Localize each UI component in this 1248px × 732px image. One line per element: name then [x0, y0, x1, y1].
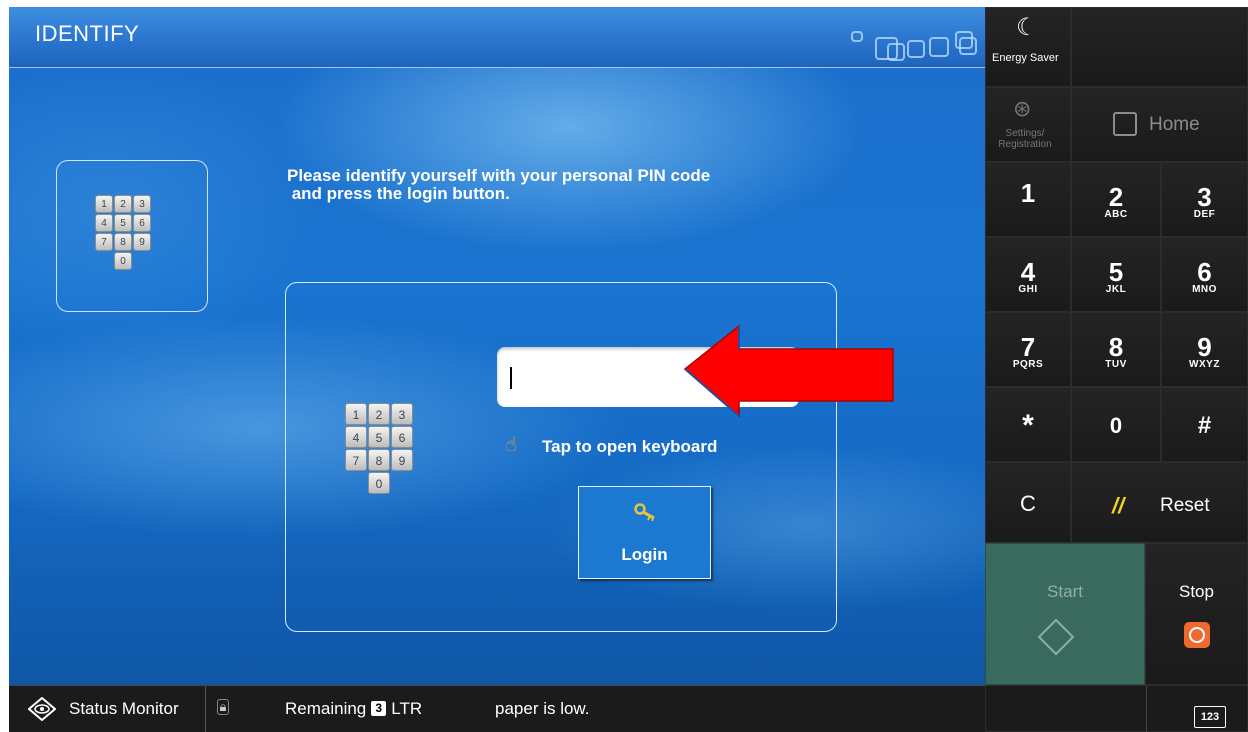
- key-5[interactable]: 5 JKL: [1071, 237, 1161, 312]
- reset-icon: //: [1112, 493, 1125, 518]
- remaining-count: 3: [371, 701, 387, 716]
- panel-footer: 123: [985, 685, 1248, 732]
- key-icon: [634, 503, 658, 527]
- title-bar: IDENTIFY: [9, 7, 985, 68]
- key-7[interactable]: 7 PQRS: [985, 312, 1071, 387]
- home-button[interactable]: Home: [1071, 87, 1248, 162]
- instruction-text: Please identify yourself with your perso…: [287, 167, 807, 203]
- key-6[interactable]: 6 MNO: [1161, 237, 1248, 312]
- key-3[interactable]: 3 DEF: [1161, 162, 1248, 237]
- key-1[interactable]: 1: [985, 162, 1071, 237]
- status-monitor-button[interactable]: Status Monitor: [69, 699, 179, 719]
- page-title: IDENTIFY: [35, 21, 140, 46]
- home-icon: [1113, 112, 1137, 136]
- key-asterisk[interactable]: *: [985, 387, 1071, 462]
- key-9[interactable]: 9 WXYZ: [1161, 312, 1248, 387]
- key-4[interactable]: 4 GHI: [985, 237, 1071, 312]
- key-2[interactable]: 2 ABC: [1071, 162, 1161, 237]
- identify-screen: IDENTIFY 1 2 3 4 5 6 7 8 9 0 Please iden…: [9, 7, 985, 685]
- moon-icon: ☾: [1016, 14, 1038, 41]
- reset-button[interactable]: // Reset: [1071, 462, 1248, 543]
- status-message: paper is low.: [495, 699, 590, 718]
- clear-button[interactable]: C: [985, 462, 1071, 543]
- device-screen: IDENTIFY 1 2 3 4 5 6 7 8 9 0 Please iden…: [9, 7, 1248, 732]
- start-button[interactable]: Start: [985, 543, 1145, 685]
- energy-saver-button[interactable]: ☾ Energy Saver: [985, 7, 1071, 87]
- instruction-line: and press the login button.: [287, 184, 510, 203]
- keypad-illustration-box: 1 2 3 4 5 6 7 8 9 0: [56, 160, 208, 312]
- blank-panel: [1071, 7, 1248, 87]
- key-8[interactable]: 8 TUV: [1071, 312, 1161, 387]
- paper-remaining: Remaining 3 LTR: [285, 699, 423, 718]
- control-panel: ☾ Energy Saver ⊛ Settings/Registration H…: [985, 7, 1248, 732]
- status-bar: Status Monitor 🔒︎ Remaining 3 LTR paper is…: [9, 685, 985, 732]
- settings-icon: ⊛: [1013, 96, 1032, 121]
- stop-icon: [1184, 622, 1210, 648]
- settings-registration-button[interactable]: ⊛ Settings/Registration: [985, 87, 1071, 162]
- instruction-line: Please identify yourself with your perso…: [287, 166, 711, 185]
- key-0[interactable]: 0: [1071, 387, 1161, 462]
- key-hash[interactable]: #: [1161, 387, 1248, 462]
- login-button[interactable]: Login: [578, 486, 711, 579]
- pointing-hand-icon: ☝: [505, 434, 518, 456]
- start-icon: [1037, 618, 1075, 656]
- keyboard-icon[interactable]: 123: [1194, 706, 1226, 728]
- tap-keyboard-hint[interactable]: Tap to open keyboard: [542, 437, 717, 457]
- text-caret: [510, 367, 512, 389]
- lock-icon: 🔒︎: [217, 699, 229, 715]
- red-arrow-annotation: [683, 324, 894, 418]
- stop-button[interactable]: Stop: [1145, 543, 1248, 685]
- login-label: Login: [621, 545, 668, 564]
- status-monitor-icon[interactable]: [27, 696, 57, 726]
